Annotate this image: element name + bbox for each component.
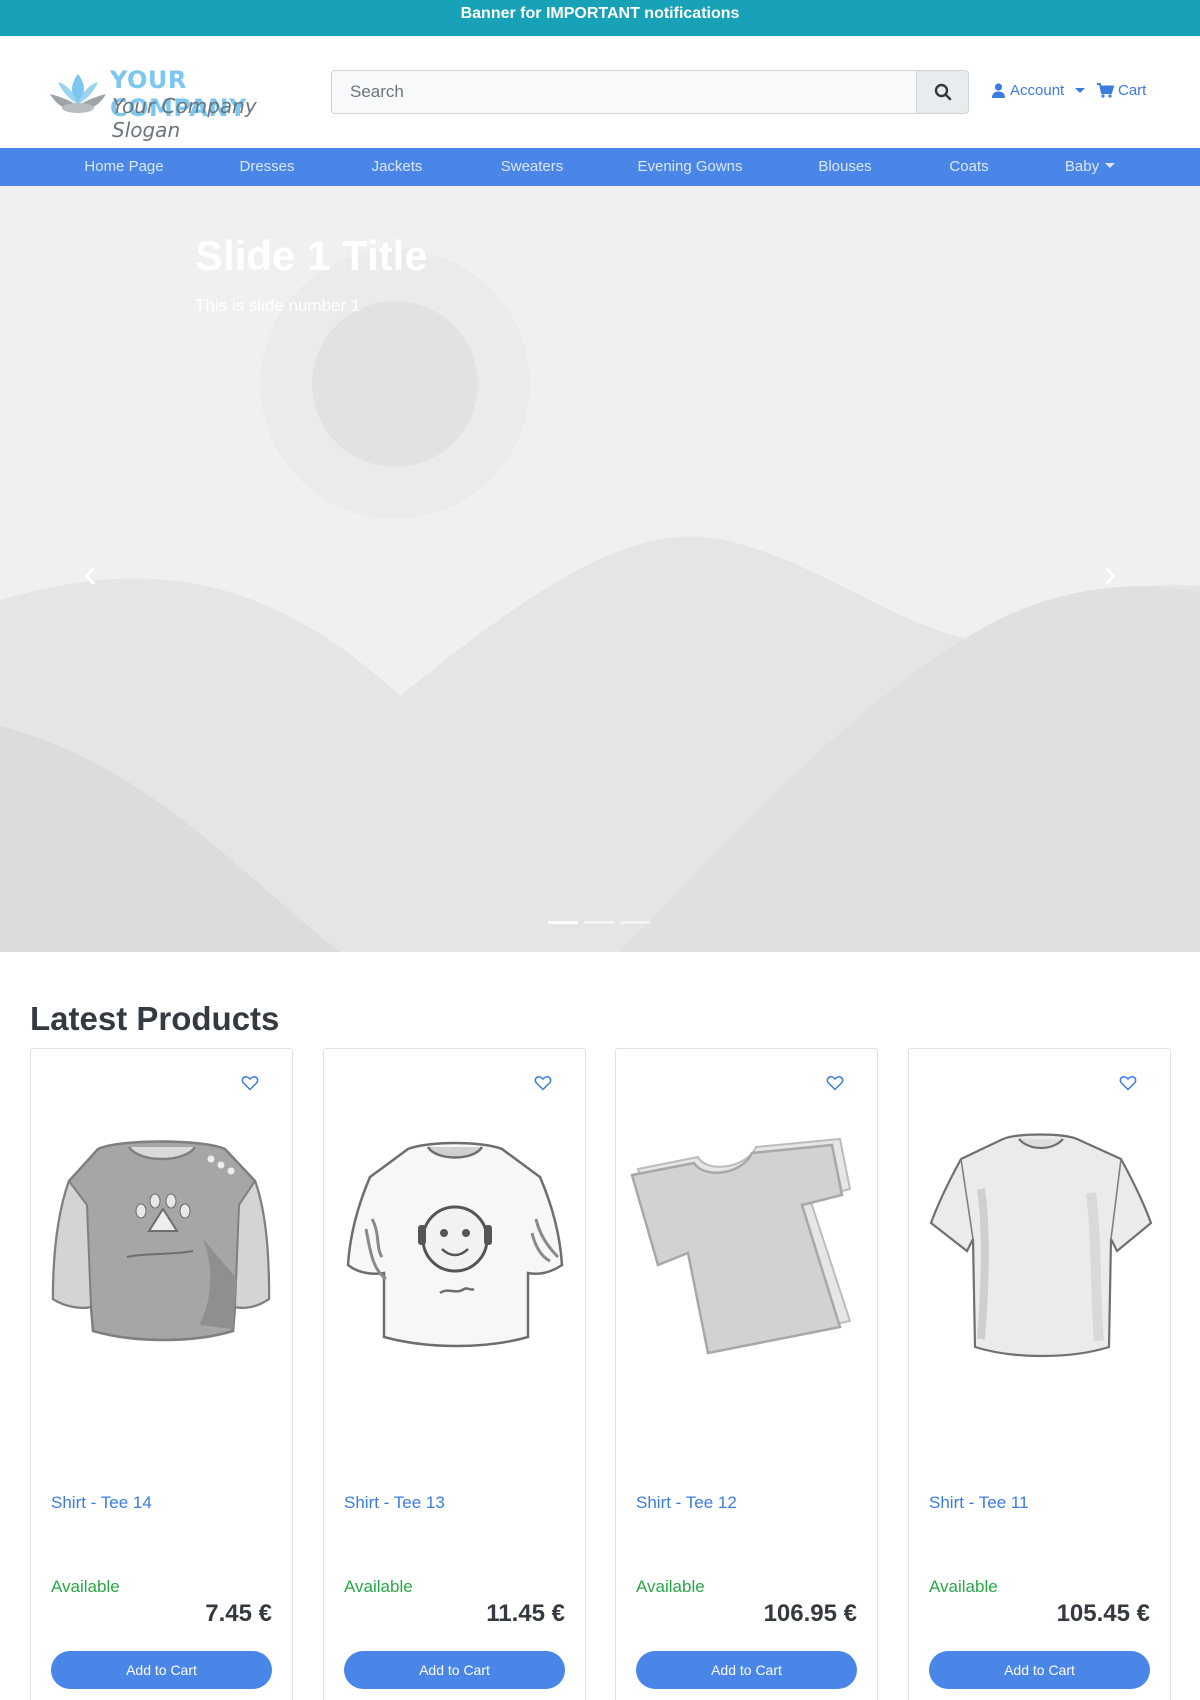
company-slogan: Your Company Slogan — [112, 94, 257, 142]
nav-item-baby[interactable]: Baby — [1064, 148, 1116, 186]
heart-icon[interactable] — [826, 1074, 844, 1092]
product-image[interactable] — [921, 1129, 1159, 1369]
account-menu[interactable]: Account — [992, 82, 1086, 99]
nav-item-label: Dresses — [239, 158, 295, 175]
slide-title: Slide 1 Title — [195, 232, 428, 279]
product-price: 106.95 € — [763, 1600, 857, 1627]
user-icon — [992, 83, 1005, 98]
availability-status: Available — [636, 1577, 705, 1596]
product-name[interactable]: Shirt - Tee 13 — [344, 1493, 445, 1513]
search-icon — [934, 83, 951, 101]
product-card: Shirt - Tee 11 Available 105.45 € Add to… — [908, 1048, 1171, 1700]
site-header: YOUR COMPANY Your Company Slogan Account… — [0, 36, 1200, 148]
carousel-indicator[interactable] — [548, 921, 578, 924]
product-image[interactable] — [43, 1129, 281, 1369]
product-image[interactable] — [628, 1129, 866, 1369]
nav-item-label: Baby — [1064, 158, 1100, 175]
availability-status: Available — [51, 1577, 120, 1596]
product-name[interactable]: Shirt - Tee 12 — [636, 1493, 737, 1513]
add-to-cart-button[interactable]: Add to Cart — [51, 1651, 272, 1689]
nav-item-label: Evening Gowns — [637, 158, 743, 175]
nav-item-jackets[interactable]: Jackets — [372, 148, 423, 186]
nav-item-sweaters[interactable]: Sweaters — [501, 148, 564, 186]
heart-icon[interactable] — [241, 1074, 259, 1092]
chevron-down-icon — [1075, 88, 1086, 93]
product-card: Shirt - Tee 13 Available 11.45 € Add to … — [323, 1048, 586, 1700]
availability-status: Available — [929, 1577, 998, 1596]
company-logo[interactable]: YOUR COMPANY Your Company Slogan — [48, 66, 320, 142]
chevron-right-icon — [1104, 566, 1117, 586]
add-to-cart-button[interactable]: Add to Cart — [344, 1651, 565, 1689]
nav-item-coats[interactable]: Coats — [949, 148, 988, 186]
category-nav: Home Page Dresses Jackets Sweaters Eveni… — [0, 148, 1200, 186]
nav-item-label: Blouses — [818, 158, 872, 175]
cart-icon — [1097, 83, 1114, 98]
nav-item-evening-gowns[interactable]: Evening Gowns — [637, 148, 742, 186]
heart-icon[interactable] — [534, 1074, 552, 1092]
product-price: 11.45 € — [486, 1600, 565, 1627]
nav-item-label: Sweaters — [500, 158, 564, 175]
carousel-indicators — [548, 921, 650, 924]
chevron-left-icon — [83, 566, 96, 586]
availability-status: Available — [344, 1577, 413, 1596]
search-bar — [331, 70, 969, 114]
product-price: 7.45 € — [205, 1600, 272, 1627]
add-to-cart-button[interactable]: Add to Cart — [929, 1651, 1150, 1689]
product-image[interactable] — [336, 1129, 574, 1369]
carousel-prev-button[interactable] — [70, 556, 110, 596]
add-to-cart-button[interactable]: Add to Cart — [636, 1651, 857, 1689]
placeholder-landscape-image — [0, 186, 1200, 952]
cart-link[interactable]: Cart — [1097, 82, 1146, 99]
nav-item-home-page[interactable]: Home Page — [84, 148, 163, 186]
slide-caption: This is slide number 1 — [195, 296, 361, 315]
product-name[interactable]: Shirt - Tee 14 — [51, 1493, 152, 1513]
product-card: Shirt - Tee 12 Available 106.95 € Add to… — [615, 1048, 878, 1700]
cart-label: Cart — [1118, 82, 1147, 99]
nav-item-label: Coats — [949, 158, 989, 175]
search-input[interactable] — [331, 70, 916, 114]
product-card: Shirt - Tee 14 Available 7.45 € Add to C… — [30, 1048, 293, 1700]
lotus-logo-icon — [50, 74, 106, 113]
carousel-indicator[interactable] — [620, 921, 650, 924]
notification-banner: Banner for IMPORTANT notifications — [0, 0, 1200, 36]
product-price: 105.45 € — [1056, 1600, 1150, 1627]
nav-item-dresses[interactable]: Dresses — [239, 148, 294, 186]
nav-item-label: Home Page — [84, 158, 164, 175]
product-name[interactable]: Shirt - Tee 11 — [929, 1493, 1029, 1513]
carousel-next-button[interactable] — [1090, 556, 1130, 596]
latest-products-heading: Latest Products — [30, 1000, 280, 1037]
nav-item-blouses[interactable]: Blouses — [818, 148, 871, 186]
carousel-indicator[interactable] — [584, 921, 614, 924]
hero-carousel: Slide 1 Title This is slide number 1 — [0, 186, 1200, 952]
chevron-down-icon — [1105, 163, 1116, 169]
heart-icon[interactable] — [1119, 1074, 1137, 1092]
notification-banner-text: Banner for IMPORTANT notifications — [460, 5, 740, 22]
account-label: Account — [1010, 82, 1065, 99]
nav-item-label: Jackets — [371, 158, 423, 175]
search-button[interactable] — [916, 70, 969, 114]
